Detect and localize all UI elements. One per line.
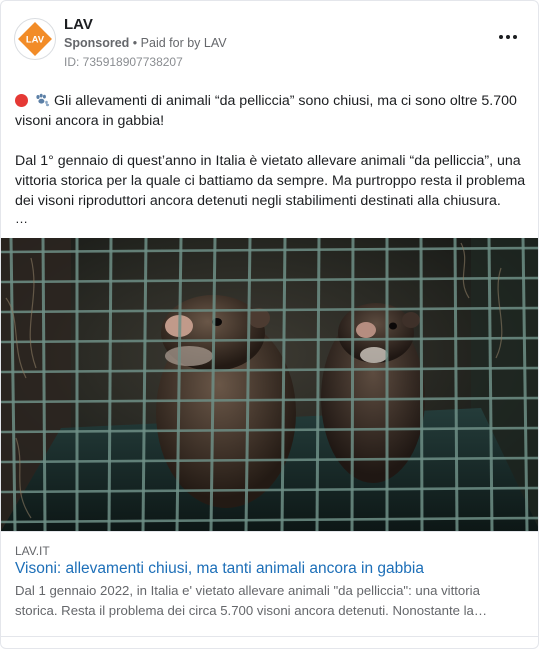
link-domain: LAV.IT	[15, 544, 50, 558]
ad-id: ID: 735918907738207	[64, 55, 183, 69]
more-dot-icon	[513, 35, 517, 39]
link-description: Dal 1 gennaio 2022, in Italia e' vietato…	[15, 583, 488, 618]
separator-dot: •	[132, 36, 138, 50]
paid-for-prefix: Paid for by	[140, 36, 201, 50]
page-avatar[interactable]: LAV	[14, 18, 56, 60]
link-headline[interactable]: Visoni: allevamenti chiusi, ma tanti ani…	[15, 560, 424, 578]
lav-logo-icon: LAV	[18, 22, 52, 56]
red-circle-icon	[15, 94, 28, 107]
post-body: Gli allevamenti di animali “da pelliccia…	[15, 91, 527, 211]
paid-for-name: LAV	[203, 36, 227, 50]
logo-text: LAV	[26, 35, 45, 46]
post-line-1: Gli allevamenti di animali “da pelliccia…	[15, 93, 517, 129]
post-paragraph-2: Dal 1° gennaio di quest’anno in Italia è…	[15, 153, 526, 209]
minks-in-cage-image	[1, 238, 538, 531]
ad-header: LAV LAV Sponsored • Paid for by LAV ID: …	[1, 1, 538, 77]
ad-image[interactable]	[1, 238, 538, 531]
ad-card: LAV LAV Sponsored • Paid for by LAV ID: …	[0, 0, 539, 649]
sponsored-line: Sponsored • Paid for by LAV	[64, 36, 227, 50]
see-more-ellipsis[interactable]: …	[15, 211, 28, 226]
post-paragraph-1: Gli allevamenti di animali “da pelliccia…	[15, 91, 527, 131]
sponsored-label: Sponsored	[64, 36, 130, 50]
link-preview[interactable]: LAV.IT Visoni: allevamenti chiusi, ma ta…	[1, 531, 538, 637]
page-name-link[interactable]: LAV	[64, 16, 93, 33]
more-dot-icon	[506, 35, 510, 39]
more-dot-icon	[499, 35, 503, 39]
paw-prints-icon	[36, 93, 50, 107]
more-options-button[interactable]	[496, 29, 520, 45]
